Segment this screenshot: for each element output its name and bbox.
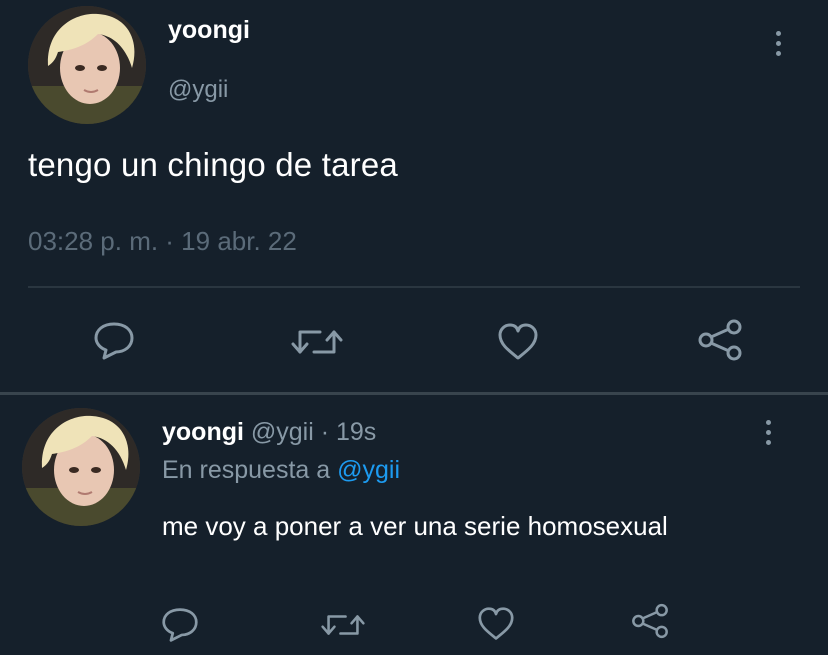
share-icon[interactable] [630, 602, 670, 640]
divider [28, 286, 800, 288]
reply-prefix: En respuesta a [162, 456, 338, 484]
reply-icon[interactable] [92, 320, 136, 362]
main-tweet: yoongi @ygii tengo un chingo de tarea 03… [0, 0, 828, 392]
more-vertical-icon[interactable] [758, 414, 778, 450]
avatar[interactable] [28, 6, 146, 124]
tweet-text: tengo un chingo de tarea [28, 146, 398, 183]
profile-photo [22, 408, 140, 526]
more-vertical-icon[interactable] [768, 25, 788, 61]
reply-context: En respuesta a @ygii [162, 456, 400, 485]
avatar[interactable] [22, 408, 140, 526]
mention-link[interactable]: @ygii [337, 456, 400, 484]
profile-photo [28, 6, 146, 124]
tweet-text: me voy a poner a ver una serie homosexua… [162, 511, 668, 541]
handle[interactable]: @ygii [251, 418, 314, 446]
display-name[interactable]: yoongi [168, 16, 250, 45]
like-icon[interactable] [476, 606, 516, 642]
share-icon[interactable] [696, 318, 744, 362]
reply-header: yoongi @ygii · 19s [162, 418, 376, 447]
handle[interactable]: @ygii [168, 76, 228, 104]
display-name[interactable]: yoongi [162, 418, 244, 446]
time-ago[interactable]: 19s [336, 418, 376, 446]
retweet-icon[interactable] [320, 608, 366, 642]
tweet-separator [0, 392, 828, 395]
timestamp[interactable]: 03:28 p. m. · 19 abr. 22 [28, 226, 297, 257]
like-icon[interactable] [496, 322, 540, 362]
header-separator: · [313, 418, 336, 446]
reply-icon[interactable] [160, 606, 200, 644]
retweet-icon[interactable] [290, 322, 344, 362]
